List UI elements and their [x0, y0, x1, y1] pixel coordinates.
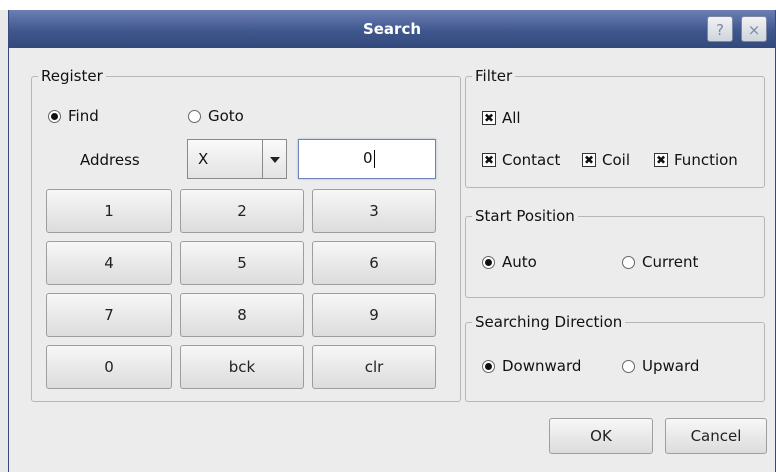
- select-divider: [262, 140, 263, 178]
- check-icon[interactable]: ✖: [482, 111, 496, 125]
- background-strip: [0, 0, 776, 10]
- filter-all-checkbox[interactable]: ✖ All: [482, 109, 521, 127]
- downward-label: Downward: [502, 357, 582, 375]
- check-icon[interactable]: ✖: [654, 153, 668, 167]
- close-button[interactable]: ×: [741, 16, 767, 42]
- filter-group: Filter ✖ All ✖ Contact ✖ Coil ✖ Function: [465, 67, 765, 188]
- cancel-button[interactable]: Cancel: [665, 418, 767, 454]
- start-auto-dot[interactable]: [482, 255, 495, 269]
- downward-radio[interactable]: Downward: [482, 357, 581, 375]
- start-position-label: Start Position: [472, 207, 578, 225]
- address-value-text: 0: [363, 149, 375, 168]
- goto-radio[interactable]: Goto: [188, 107, 244, 125]
- address-label: Address: [80, 151, 140, 169]
- start-auto-radio[interactable]: Auto: [482, 253, 537, 271]
- title-bar: Search ? ×: [9, 10, 775, 48]
- start-current-radio[interactable]: Current: [622, 253, 698, 271]
- backspace-button[interactable]: bck: [180, 345, 304, 389]
- check-icon[interactable]: ✖: [582, 153, 596, 167]
- filter-group-label: Filter: [472, 67, 516, 85]
- filter-all-label: All: [502, 109, 521, 127]
- address-type-value: X: [198, 150, 209, 168]
- register-group: Register Find Goto Address X 0 1 2 3 4 5…: [31, 67, 461, 402]
- filter-function-checkbox[interactable]: ✖ Function: [654, 151, 738, 169]
- register-group-label: Register: [38, 67, 106, 85]
- text-caret: [373, 149, 375, 168]
- key-8-button[interactable]: 8: [180, 293, 304, 337]
- key-9-button[interactable]: 9: [312, 293, 436, 337]
- address-value-input[interactable]: 0: [298, 139, 436, 179]
- upward-label: Upward: [642, 357, 700, 375]
- help-button[interactable]: ?: [707, 16, 733, 42]
- direction-group: Searching Direction Downward Upward: [465, 313, 765, 402]
- filter-coil-label: Coil: [602, 151, 630, 169]
- filter-contact-checkbox[interactable]: ✖ Contact: [482, 151, 560, 169]
- find-radio-label: Find: [68, 107, 99, 125]
- find-radio[interactable]: Find: [48, 107, 99, 125]
- start-current-label: Current: [642, 253, 699, 271]
- direction-group-label: Searching Direction: [472, 313, 626, 331]
- upward-radio[interactable]: Upward: [622, 357, 699, 375]
- check-icon[interactable]: ✖: [482, 153, 496, 167]
- key-4-button[interactable]: 4: [46, 241, 172, 285]
- start-current-dot[interactable]: [622, 255, 635, 269]
- key-3-button[interactable]: 3: [312, 189, 436, 233]
- search-dialog: Search ? × Register Find Goto Address X …: [8, 10, 776, 472]
- filter-function-label: Function: [674, 151, 738, 169]
- key-0-button[interactable]: 0: [46, 345, 172, 389]
- goto-radio-label: Goto: [208, 107, 244, 125]
- key-7-button[interactable]: 7: [46, 293, 172, 337]
- address-type-select[interactable]: X: [187, 139, 287, 179]
- start-auto-label: Auto: [502, 253, 537, 271]
- chevron-down-icon[interactable]: [270, 157, 280, 163]
- upward-dot[interactable]: [622, 359, 635, 373]
- key-5-button[interactable]: 5: [180, 241, 304, 285]
- filter-coil-checkbox[interactable]: ✖ Coil: [582, 151, 630, 169]
- key-1-button[interactable]: 1: [46, 189, 172, 233]
- key-2-button[interactable]: 2: [180, 189, 304, 233]
- start-position-group: Start Position Auto Current: [465, 207, 765, 298]
- ok-button[interactable]: OK: [549, 418, 653, 454]
- filter-contact-label: Contact: [502, 151, 561, 169]
- goto-radio-dot[interactable]: [188, 109, 201, 123]
- find-radio-dot[interactable]: [48, 109, 61, 123]
- clear-button[interactable]: clr: [312, 345, 436, 389]
- key-6-button[interactable]: 6: [312, 241, 436, 285]
- dialog-title: Search: [362, 20, 422, 38]
- downward-dot[interactable]: [482, 359, 495, 373]
